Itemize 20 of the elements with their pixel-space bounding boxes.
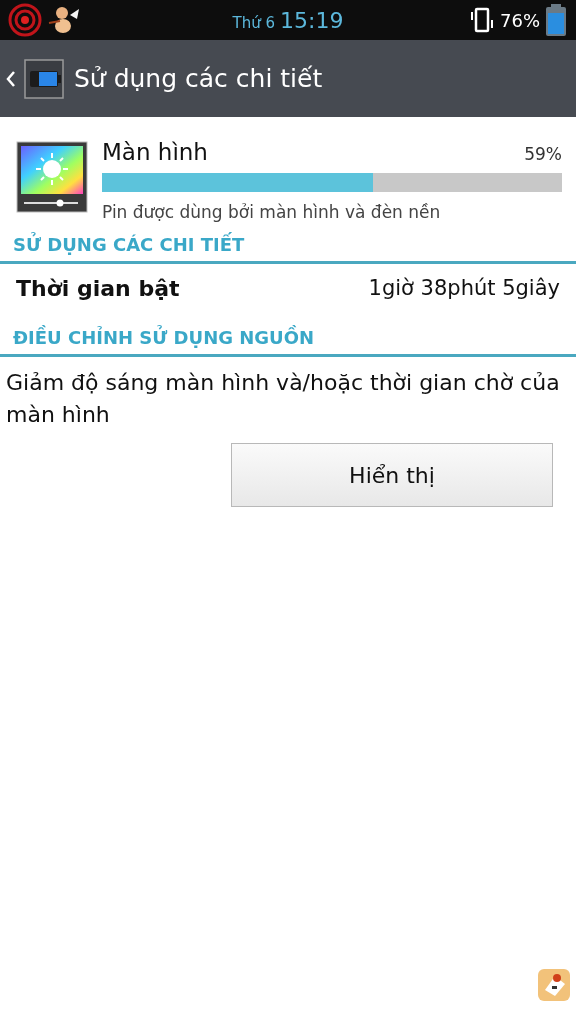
section-header: SỬ DỤNG CÁC CHI TIẾT [0, 222, 576, 264]
section-header: ĐIỀU CHỈNH SỬ DỤNG NGUỒN [0, 315, 576, 357]
app-description: Pin được dùng bởi màn hình và đèn nền [102, 202, 442, 222]
battery-percent: 76% [500, 9, 540, 31]
status-day: Thứ 6 [232, 13, 276, 32]
app-name: Màn hình [102, 139, 208, 165]
radar-icon [8, 3, 42, 37]
battery-icon [544, 3, 568, 37]
row-value: 1giờ 38phút 5giây [368, 276, 560, 301]
vibrate-icon [468, 6, 496, 34]
status-time: 15:19 [280, 7, 344, 33]
hint-text: Giảm độ sáng màn hình và/hoặc thời gian chờ của màn hình [6, 369, 561, 429]
display-icon [16, 141, 88, 213]
usage-percent: 59% [524, 144, 562, 164]
back-icon [6, 69, 16, 88]
row-label: Thời gian bật [16, 276, 180, 301]
battery-app-icon [24, 58, 64, 99]
notes-app-icon[interactable] [537, 968, 571, 1002]
screen-title: Sử dụng các chi tiết [74, 64, 323, 93]
show-button[interactable]: Hiển thị [231, 443, 553, 507]
